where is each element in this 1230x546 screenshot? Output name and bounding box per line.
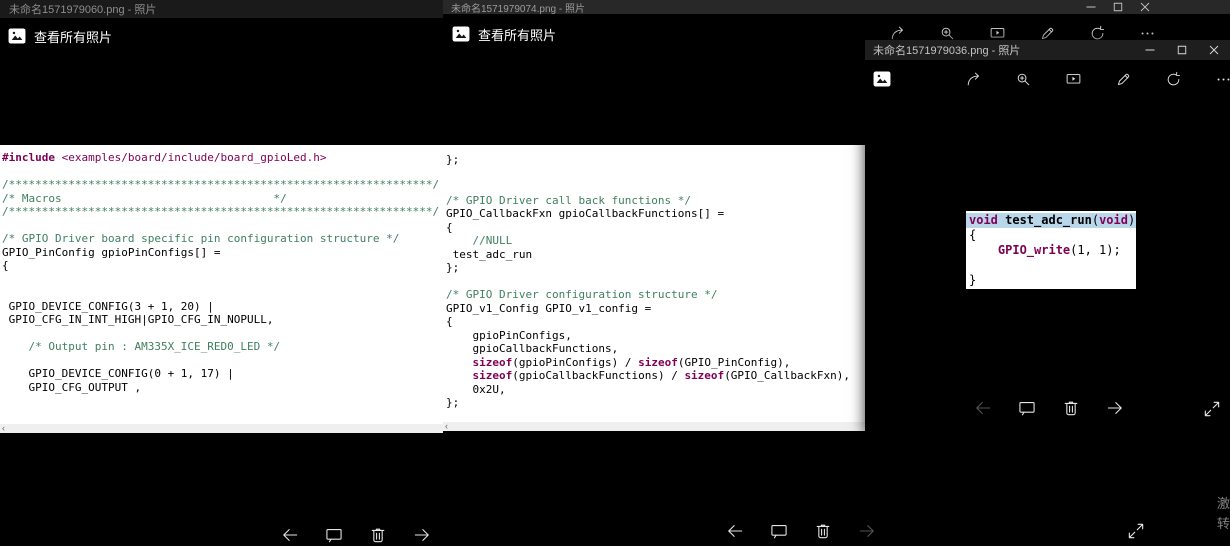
view-all-photos-button[interactable]: 查看所有照片 xyxy=(452,24,556,44)
photo-scrollbar: ‹ xyxy=(443,422,865,431)
photo-content-code: void test_adc_run(void){ GPIO_write(1, 1… xyxy=(966,211,1136,289)
windows-activation-watermark: 激活 转到 xyxy=(1217,494,1230,534)
back-icon[interactable] xyxy=(725,521,745,541)
code-line: test_adc_run xyxy=(446,247,533,261)
delete-icon[interactable] xyxy=(368,525,388,545)
window-title: 未命名1571979036.png - 照片 xyxy=(873,45,1021,57)
code-line: GPIO_DEVICE_CONFIG(3 + 1, 20) | xyxy=(2,299,214,313)
code-line: /* GPIO Driver board specific pin config… xyxy=(2,232,400,245)
code-line: /***************************************… xyxy=(2,178,440,191)
photo-scrollbar: ‹ xyxy=(0,424,443,433)
back-icon[interactable] xyxy=(973,398,993,418)
code-line: }; xyxy=(446,153,460,166)
watermark-line: 转到 xyxy=(1217,516,1230,531)
delete-icon[interactable] xyxy=(813,521,833,541)
code-line: 0x2U, xyxy=(446,382,506,396)
code-line: } xyxy=(969,273,977,287)
code-line: { xyxy=(446,220,453,234)
code-line: void test_adc_run(void) xyxy=(966,213,1136,228)
photos-window-3: 未命名1571979036.png - 照片 void test_adc_run… xyxy=(865,40,1230,435)
code-line: GPIO_write(1, 1); xyxy=(997,243,1121,257)
photos-app-icon xyxy=(8,28,26,44)
edit-icon[interactable] xyxy=(1115,71,1132,88)
code-line: GPIO_DEVICE_CONFIG(0 + 1, 17) | xyxy=(2,367,234,380)
code-line: GPIO_PinConfig gpioPinConfigs[] = xyxy=(2,245,221,259)
close-icon[interactable] xyxy=(1198,40,1230,60)
bottom-toolbar xyxy=(973,398,1125,418)
minimize-icon[interactable] xyxy=(1134,40,1166,60)
maximize-icon[interactable] xyxy=(1104,0,1131,14)
code-line: { xyxy=(446,315,453,328)
filmstrip-icon[interactable] xyxy=(324,525,344,545)
code-line: /* GPIO Driver configuration structure *… xyxy=(446,288,718,301)
code-line: gpioPinConfigs, xyxy=(446,328,572,342)
code-line: gpioCallbackFunctions, xyxy=(446,342,619,355)
fullscreen-icon[interactable] xyxy=(1126,521,1146,541)
back-icon[interactable] xyxy=(280,525,300,545)
window-title: 未命名1571979060.png - 照片 xyxy=(9,4,157,16)
bottom-toolbar xyxy=(725,521,877,541)
maximize-icon[interactable] xyxy=(1166,40,1198,60)
bottom-toolbar xyxy=(280,525,432,545)
photo-content-code: }; /* GPIO Driver call back functions */… xyxy=(443,145,865,422)
titlebar-window-1[interactable]: 未命名1571979060.png - 照片 xyxy=(0,0,443,18)
code-line: { xyxy=(2,259,9,272)
forward-icon[interactable] xyxy=(1105,398,1125,418)
watermark-line: 激活 xyxy=(1217,496,1230,511)
code-line: /* GPIO Driver call back functions */ xyxy=(446,193,692,207)
window-caption-buttons xyxy=(1077,0,1158,14)
view-all-photos-label: 查看所有照片 xyxy=(478,27,557,43)
code-line: GPIO_v1_Config GPIO_v1_config = xyxy=(446,301,652,315)
filmstrip-icon[interactable] xyxy=(769,521,789,541)
minimize-icon[interactable] xyxy=(1077,0,1104,14)
code-line: sizeof(gpioPinConfigs) / sizeof(GPIO_Pin… xyxy=(472,355,791,369)
window-caption-buttons xyxy=(1134,40,1230,60)
code-line: { xyxy=(969,228,977,242)
code-line: }; xyxy=(446,396,460,409)
code-line: //NULL xyxy=(446,234,513,247)
photos-window-1: 未命名1571979060.png - 照片 查看所有照片 #include <… xyxy=(0,0,443,544)
view-all-photos-button[interactable]: 查看所有照片 xyxy=(8,26,112,46)
code-line: GPIO_CallbackFxn gpioCallbackFunctions[]… xyxy=(446,207,725,220)
photos-app-icon[interactable] xyxy=(873,71,891,87)
window-title: 未命名1571979074.png - 照片 xyxy=(451,3,585,15)
code-line: /***************************************… xyxy=(2,205,440,218)
top-toolbar xyxy=(965,71,1230,88)
code-line: /* Output pin : AM335X_ICE_RED0_LED */ xyxy=(2,340,281,353)
share-icon[interactable] xyxy=(965,71,982,88)
code-line: GPIO_CFG_IN_INT_HIGH|GPIO_CFG_IN_NOPULL, xyxy=(2,313,274,326)
code-line: /* Macros */ xyxy=(2,191,287,205)
code-line: GPIO_CFG_OUTPUT , xyxy=(2,380,142,394)
code-line: }; xyxy=(446,261,460,274)
fullscreen-button-area xyxy=(1126,521,1146,546)
delete-icon[interactable] xyxy=(1061,398,1081,418)
filmstrip-icon[interactable] xyxy=(1017,398,1037,418)
photos-app-icon xyxy=(452,26,470,42)
close-icon[interactable] xyxy=(1131,0,1158,14)
zoom-icon[interactable] xyxy=(1015,71,1032,88)
forward-icon[interactable] xyxy=(857,521,877,541)
fullscreen-button-area xyxy=(1202,399,1222,424)
view-all-photos-label: 查看所有照片 xyxy=(34,29,113,45)
fullscreen-icon[interactable] xyxy=(1202,399,1222,419)
rotate-icon[interactable] xyxy=(1165,71,1182,88)
more-icon[interactable] xyxy=(1215,71,1230,88)
code-line: #include <examples/board/include/board_g… xyxy=(2,151,327,164)
photo-content-code: #include <examples/board/include/board_g… xyxy=(0,145,443,424)
slideshow-icon[interactable] xyxy=(1065,71,1082,88)
forward-icon[interactable] xyxy=(412,525,432,545)
code-line: sizeof(gpioCallbackFunctions) / sizeof(G… xyxy=(472,369,851,382)
